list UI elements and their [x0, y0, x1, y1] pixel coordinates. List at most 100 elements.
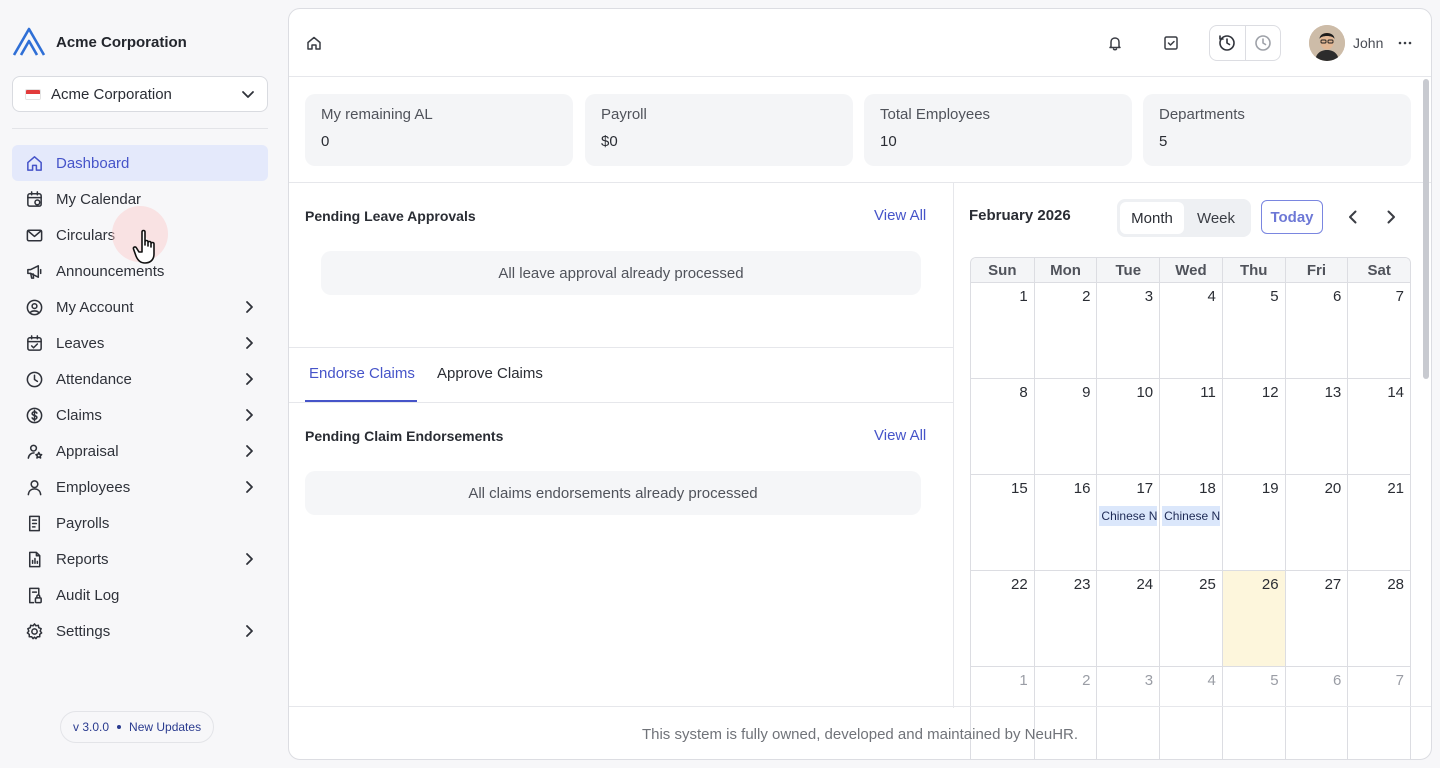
calendar-day-cell[interactable]: 23 — [1033, 571, 1097, 666]
calendar-day-cell[interactable]: 2 — [1033, 283, 1097, 378]
day-number: 5 — [1270, 288, 1279, 305]
day-number: 6 — [1332, 672, 1342, 689]
day-number: 24 — [1136, 576, 1154, 593]
calendar-day-cell[interactable]: 13 — [1284, 379, 1348, 474]
home-icon — [24, 153, 44, 173]
today-button[interactable]: Today — [1261, 200, 1323, 234]
leave-empty-state: All leave approval already processed — [321, 251, 921, 295]
calendar-day-cell[interactable]: 9 — [1033, 379, 1097, 474]
sidebar-item-settings[interactable]: Settings — [12, 613, 268, 649]
calendar-day-cell[interactable]: 8 — [971, 379, 1034, 474]
day-number: 18 — [1199, 480, 1216, 497]
dollar-icon — [24, 405, 44, 425]
sidebar-divider — [12, 128, 268, 129]
company-select[interactable]: Acme Corporation — [12, 76, 268, 112]
stat-value: 10 — [880, 133, 897, 150]
acme-logo-icon — [12, 27, 46, 56]
stat-label: Total Employees — [880, 106, 991, 123]
calendar-week-row: 8 9 10 11 12 13 14 — [971, 379, 1410, 475]
sidebar-item-leaves[interactable]: Leaves — [12, 325, 268, 361]
calendar-day-cell[interactable]: 3 — [1096, 283, 1159, 378]
home-icon[interactable] — [305, 34, 323, 52]
calendar-grid: Sun Mon Tue Wed Thu Fri Sat 1 2 3 4 5 6 … — [970, 257, 1411, 759]
sidebar-item-announcements[interactable]: Announcements — [12, 253, 268, 289]
claims-empty-state: All claims endorsements already processe… — [305, 471, 921, 515]
sidebar-item-attendance[interactable]: Attendance — [12, 361, 268, 397]
separator-dot — [117, 725, 122, 729]
sidebar-item-claims[interactable]: Claims — [12, 397, 268, 433]
chevron-right-icon[interactable] — [1382, 208, 1400, 226]
clock-out-button[interactable] — [1244, 26, 1280, 60]
calendar-day-cell[interactable]: 16 — [1033, 475, 1097, 570]
calendar-day-cell[interactable]: 22 — [971, 571, 1034, 666]
sidebar-item-circulars[interactable]: Circulars — [12, 217, 268, 253]
chevron-left-icon[interactable] — [1344, 208, 1362, 226]
calendar-event[interactable]: Chinese N — [1099, 506, 1158, 526]
weekday-label: Wed — [1159, 258, 1222, 282]
calendar-day-cell[interactable]: 18 Chinese N — [1159, 475, 1222, 570]
calendar-event[interactable]: Chinese N — [1162, 506, 1220, 526]
weekday-label: Tue — [1096, 258, 1159, 282]
calendar-day-cell[interactable]: 4 — [1159, 283, 1222, 378]
leave-view-all-link[interactable]: View All — [874, 207, 926, 224]
clock-in-button[interactable] — [1210, 26, 1245, 60]
calendar-day-cell[interactable]: 20 — [1284, 475, 1348, 570]
scrollbar[interactable] — [1423, 79, 1429, 379]
chevron-right-icon — [242, 372, 256, 386]
day-number: 27 — [1324, 576, 1342, 593]
day-number: 16 — [1073, 480, 1091, 497]
calendar-day-cell[interactable]: 25 — [1159, 571, 1222, 666]
footer: This system is fully owned, developed an… — [289, 706, 1431, 759]
sidebar-item-payrolls[interactable]: Payrolls — [12, 505, 268, 541]
user-star-icon — [24, 441, 44, 461]
more-horizontal-icon — [1399, 41, 1412, 45]
calendar-day-cell[interactable]: 5 — [1221, 283, 1285, 378]
clock-in-out-group — [1209, 25, 1281, 61]
calendar-day-cell[interactable]: 24 — [1096, 571, 1159, 666]
sidebar-item-dashboard[interactable]: Dashboard — [12, 145, 268, 181]
day-number: 9 — [1082, 384, 1091, 401]
new-updates-link[interactable]: New Updates — [129, 720, 201, 734]
sidebar-item-my-account[interactable]: My Account — [12, 289, 268, 325]
footer-text: This system is fully owned, developed an… — [641, 725, 1079, 743]
calendar-day-cell[interactable]: 6 — [1284, 283, 1348, 378]
sidebar-item-appraisal[interactable]: Appraisal — [12, 433, 268, 469]
calendar-day-cell[interactable]: 21 — [1347, 475, 1410, 570]
calendar-day-cell[interactable]: 17 Chinese N — [1096, 475, 1159, 570]
claims-view-all-link[interactable]: View All — [874, 427, 926, 444]
calendar-day-cell-today[interactable]: 26 — [1221, 571, 1285, 666]
report-icon — [24, 549, 44, 569]
view-week-button[interactable]: Week — [1184, 202, 1248, 234]
pending-claim-title: Pending Claim Endorsements — [305, 428, 504, 444]
bell-icon[interactable] — [1105, 33, 1125, 53]
calendar-day-cell[interactable]: 28 — [1347, 571, 1410, 666]
calendar-day-cell[interactable]: 27 — [1284, 571, 1348, 666]
calendar-day-cell[interactable]: 10 — [1096, 379, 1159, 474]
tab-endorse-claims[interactable]: Endorse Claims — [309, 365, 415, 382]
sidebar-item-label: Audit Log — [56, 586, 120, 604]
calendar-day-cell[interactable]: 19 — [1221, 475, 1285, 570]
flag-icon — [25, 88, 41, 100]
calendar-day-cell[interactable]: 15 — [971, 475, 1034, 570]
calendar-day-cell[interactable]: 7 — [1347, 283, 1410, 378]
view-month-button[interactable]: Month — [1120, 202, 1184, 234]
version-badge[interactable]: v 3.0.0 New Updates — [60, 711, 215, 743]
task-check-icon[interactable] — [1161, 33, 1181, 53]
sidebar-item-reports[interactable]: Reports — [12, 541, 268, 577]
sidebar-item-audit-log[interactable]: Audit Log — [12, 577, 268, 613]
chevron-right-icon — [242, 300, 256, 314]
day-number: 21 — [1387, 480, 1404, 497]
sidebar-item-my-calendar[interactable]: My Calendar — [12, 181, 268, 217]
calendar-day-cell[interactable]: 12 — [1221, 379, 1285, 474]
tab-approve-claims[interactable]: Approve Claims — [437, 365, 543, 382]
stat-card-departments: Departments 5 — [1143, 94, 1411, 166]
calendar-day-cell[interactable]: 14 — [1347, 379, 1410, 474]
stat-card-payroll: Payroll $0 — [585, 94, 853, 166]
sidebar-item-employees[interactable]: Employees — [12, 469, 268, 505]
user-menu[interactable]: John — [1309, 25, 1413, 61]
day-number: 5 — [1270, 672, 1279, 689]
calendar-day-cell[interactable]: 1 — [971, 283, 1034, 378]
calendar-day-cell[interactable]: 11 — [1159, 379, 1222, 474]
sidebar-nav: Dashboard My Calendar Circulars Announce… — [12, 145, 268, 649]
brand[interactable]: Acme Corporation — [12, 26, 187, 58]
